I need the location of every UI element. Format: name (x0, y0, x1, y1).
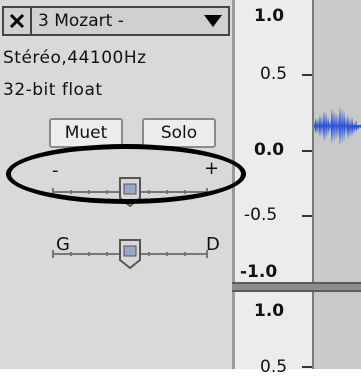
track-title-bar[interactable]: 3 Mozart - (2, 6, 230, 36)
ruler-tick-label: 1.0 (254, 6, 285, 26)
ruler-tick-mark (302, 215, 312, 217)
ruler-tick-label: -0.5 (244, 205, 278, 225)
ruler-tick-label: -1.0 (240, 262, 278, 282)
ruler-tick-mark (302, 366, 312, 368)
close-track-button[interactable] (4, 8, 32, 34)
track-menu-dropdown[interactable] (198, 8, 228, 34)
track-name-label: 3 Mozart - (38, 11, 124, 31)
waveform (314, 96, 361, 156)
ruler-tick-mark (302, 74, 312, 76)
waveform-area[interactable] (314, 0, 361, 369)
ruler-tick-label: 1.0 (254, 301, 285, 321)
solo-button[interactable]: Solo (142, 118, 216, 148)
ruler-tick-label: 0.5 (260, 64, 288, 84)
pan-slider[interactable] (45, 232, 215, 272)
ruler-tick-label: 0.5 (260, 357, 288, 377)
pan-slider-thumb[interactable] (119, 239, 141, 270)
triangle-down-icon (204, 15, 222, 27)
track-sample-format: 32-bit float (3, 80, 103, 100)
close-icon (9, 13, 25, 29)
ruler-tick-mark (302, 150, 312, 152)
ruler-tick-label: 0.0 (254, 140, 285, 160)
track-format-info: Stéréo,44100Hz (3, 48, 147, 68)
track-separator[interactable] (232, 282, 361, 292)
gain-slider-highlight-ring (6, 144, 246, 204)
